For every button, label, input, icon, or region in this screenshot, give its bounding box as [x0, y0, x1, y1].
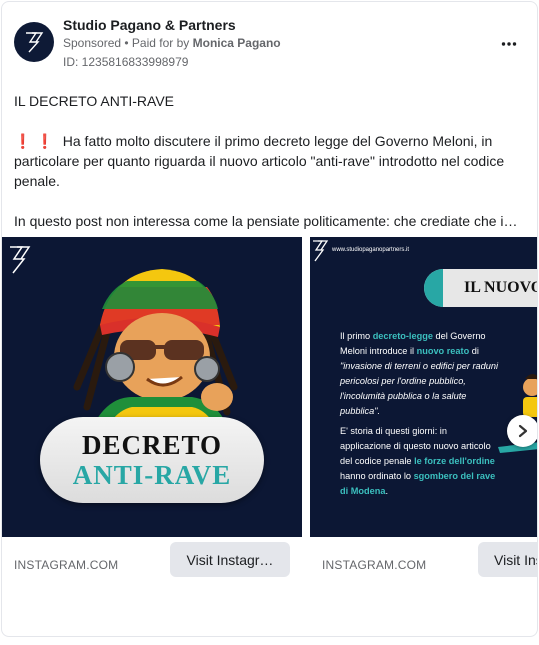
page-name[interactable]: Studio Pagano & Partners	[63, 17, 236, 33]
slide-title: IL NUOVO	[464, 279, 538, 296]
separator: •	[121, 36, 132, 50]
sponsored-line: Sponsored • Paid for by Monica Pagano	[63, 36, 281, 50]
text-run: hanno ordinato lo	[340, 471, 414, 481]
studio-logo-small-icon	[313, 240, 329, 262]
highlight-run: nuovo reato	[416, 346, 470, 356]
text-run: di	[469, 346, 479, 356]
card-title-line-2: ANTI-RAVE	[72, 460, 232, 490]
more-options-button[interactable]	[501, 32, 517, 50]
post-paragraph-2: In questo post non interessa come la pen…	[14, 213, 518, 229]
ad-card: Studio Pagano & Partners Sponsored • Pai…	[1, 1, 538, 637]
studio-logo-icon	[26, 32, 44, 53]
paid-for-prefix: Paid for by	[131, 36, 193, 50]
carousel[interactable]: DECRETO ANTI-RAVE INSTAGRAM.COM Visit In…	[2, 237, 538, 582]
italic-run: "invasione di terreni o edifici per radu…	[340, 361, 499, 416]
text-run: .	[385, 486, 388, 496]
more-horizontal-icon	[501, 42, 517, 46]
paid-for-name: Monica Pagano	[192, 36, 281, 50]
post-heading: IL DECRETO ANTI-RAVE	[14, 93, 174, 109]
text-run: Il primo	[340, 331, 373, 341]
carousel-footer-1: INSTAGRAM.COM Visit Instagr…	[2, 537, 302, 582]
carousel-image-2[interactable]: www.studiopaganopartners.it IL NUOVO Il …	[310, 237, 538, 537]
paragraph-1-text: Ha fatto molto discutere il primo decret…	[14, 133, 505, 189]
carousel-next-button[interactable]	[507, 415, 537, 447]
exclamation-emoji-icon: ❗❗	[14, 133, 59, 149]
carousel-footer-2: INSTAGRAM.COM Visit Ins	[310, 537, 537, 582]
slide-paragraph-2: E' storia di questi giorni: in applicazi…	[340, 424, 500, 499]
sponsored-label: Sponsored	[63, 36, 122, 50]
website-watermark: www.studiopaganopartners.it	[332, 247, 410, 253]
carousel-card-2[interactable]: www.studiopaganopartners.it IL NUOVO Il …	[310, 237, 538, 582]
studio-logo-small-icon	[10, 246, 31, 274]
carousel-card-1[interactable]: DECRETO ANTI-RAVE INSTAGRAM.COM Visit In…	[2, 237, 302, 582]
page-avatar[interactable]	[14, 22, 54, 62]
highlight-run: le forze dell'ordine	[414, 456, 495, 466]
slide-paragraph-1: Il primo decreto-legge del Governo Melon…	[340, 329, 500, 419]
visit-instagram-button[interactable]: Visit Ins	[478, 542, 537, 577]
ad-id: ID: 1235816833998979	[63, 55, 189, 69]
link-domain: INSTAGRAM.COM	[14, 558, 119, 572]
carousel-image-1[interactable]: DECRETO ANTI-RAVE	[2, 237, 302, 537]
title-pill: DECRETO ANTI-RAVE	[40, 417, 264, 503]
highlight-run: decreto-legge	[372, 331, 433, 341]
post-paragraph-1: ❗❗ Ha fatto molto discutere il primo dec…	[14, 131, 526, 191]
card-title-line-1: DECRETO	[81, 430, 223, 460]
title-band: IL NUOVO	[424, 269, 538, 307]
visit-instagram-button[interactable]: Visit Instagr…	[170, 542, 290, 577]
chevron-right-icon	[518, 424, 528, 438]
link-domain: INSTAGRAM.COM	[322, 558, 427, 572]
